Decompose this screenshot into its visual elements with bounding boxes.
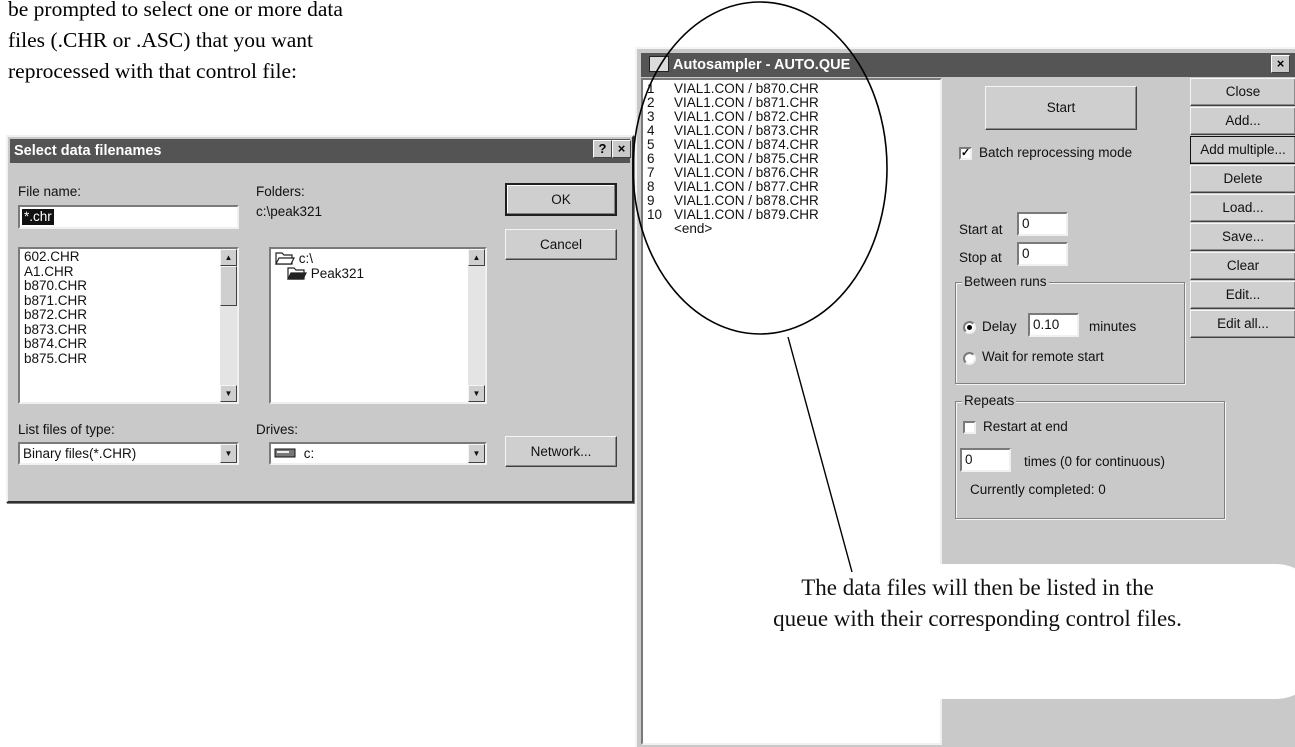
annotation-overlay xyxy=(632,1,888,573)
highlight-ellipse xyxy=(632,1,888,335)
callout-pointer-line xyxy=(787,336,853,573)
